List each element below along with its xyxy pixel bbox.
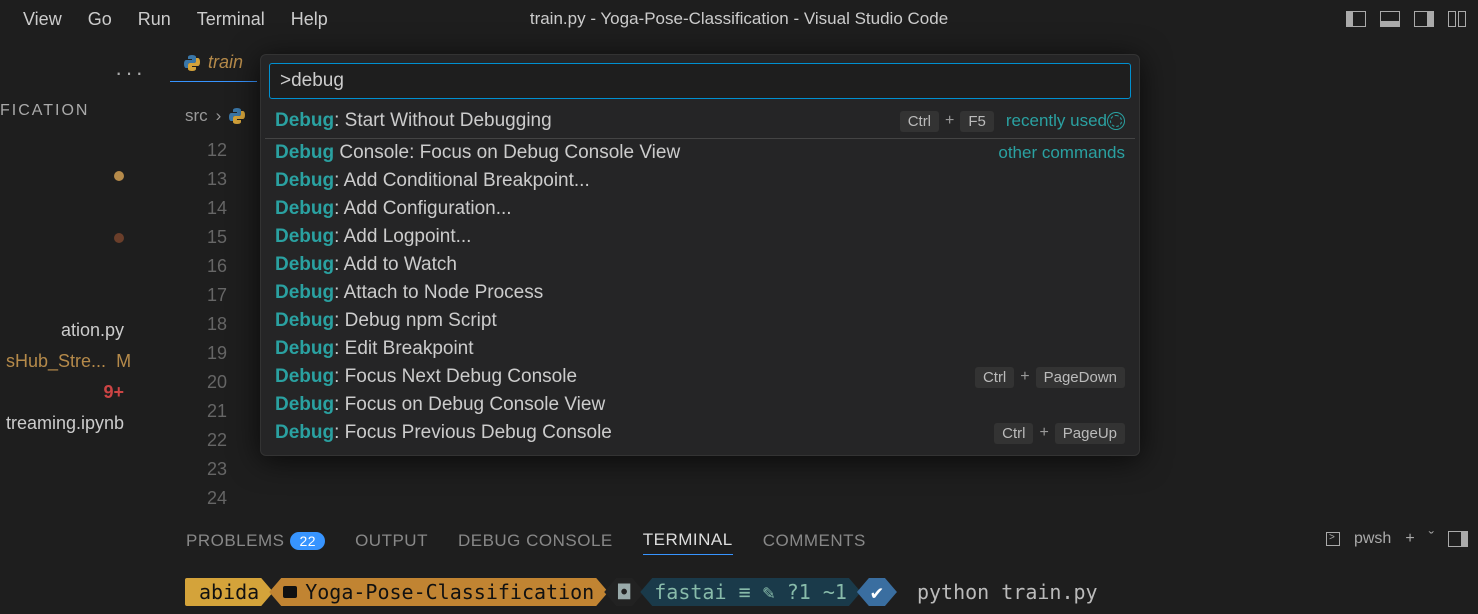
file-badge-nine[interactable]: 9+ (0, 377, 130, 408)
file-item[interactable] (0, 160, 130, 191)
menu-bar: View Go Run Terminal Help (10, 5, 341, 34)
tab-output[interactable]: OUTPUT (355, 531, 428, 555)
line-no: 18 (195, 310, 227, 339)
chevron-down-icon[interactable]: ˇ (1429, 530, 1434, 548)
keybinding: Ctrl+PageDown (975, 367, 1125, 388)
problems-count: 22 (290, 532, 325, 550)
tab-train[interactable]: train (170, 44, 257, 82)
file-item[interactable] (0, 191, 130, 222)
title-bar: View Go Run Terminal Help train.py - Yog… (0, 0, 1478, 38)
breadcrumb-src[interactable]: src (185, 106, 208, 126)
command-input[interactable] (269, 63, 1131, 99)
editor-tabs: train (170, 44, 257, 82)
dot-modified-icon (114, 171, 124, 181)
command-item[interactable]: Debug: Start Without Debugging Ctrl+F5 r… (265, 107, 1135, 139)
line-no: 21 (195, 397, 227, 426)
file-ation[interactable]: ation.py (0, 315, 130, 346)
tab-debug-console[interactable]: DEBUG CONSOLE (458, 531, 613, 555)
file-hub[interactable]: sHub_Stre... M (0, 346, 130, 377)
panel-right-icon[interactable] (1414, 11, 1434, 27)
panel-tabs: PROBLEMS22 OUTPUT DEBUG CONSOLE TERMINAL… (186, 530, 866, 555)
section-other: other commands (998, 143, 1125, 163)
menu-help[interactable]: Help (278, 5, 341, 34)
file-streaming[interactable]: treaming.ipynb (0, 408, 130, 439)
panel-bottom-icon[interactable] (1380, 11, 1400, 27)
window-title: train.py - Yoga-Pose-Classification - Vi… (530, 9, 948, 29)
python-icon (184, 55, 200, 71)
line-no: 15 (195, 223, 227, 252)
explorer-section-label: FICATION (0, 102, 89, 120)
line-no: 14 (195, 194, 227, 223)
keybinding: Ctrl+F5 (900, 111, 994, 132)
split-terminal-icon[interactable] (1448, 531, 1468, 547)
gear-icon[interactable] (1107, 112, 1125, 130)
badge-modified: M (116, 351, 131, 371)
tab-label: train (208, 52, 243, 73)
line-no: 24 (195, 484, 227, 513)
line-no: 23 (195, 455, 227, 484)
line-gutter: 12 13 14 15 16 17 18 19 20 21 22 23 24 (195, 136, 227, 513)
file-item[interactable] (0, 284, 130, 315)
status-extra-icon[interactable]: ◘ (604, 578, 644, 606)
command-item[interactable]: Debug: Edit Breakpoint (265, 335, 1135, 363)
line-no: 16 (195, 252, 227, 281)
terminal-icon (1326, 532, 1340, 546)
folder-icon (283, 586, 297, 598)
command-item[interactable]: Debug: Add Configuration... (265, 195, 1135, 223)
command-item[interactable]: Debug: Focus Previous Debug Console Ctrl… (265, 419, 1135, 447)
command-palette: Debug: Start Without Debugging Ctrl+F5 r… (260, 54, 1140, 456)
command-item[interactable]: Debug: Add to Watch (265, 251, 1135, 279)
status-bar: abida Yoga-Pose-Classification ◘ fastai … (185, 578, 1112, 606)
command-item[interactable]: Debug: Add Logpoint... (265, 223, 1135, 251)
tab-terminal[interactable]: TERMINAL (643, 530, 733, 555)
menu-view[interactable]: View (10, 5, 75, 34)
panel-left-icon[interactable] (1346, 11, 1366, 27)
layout-controls (1346, 11, 1468, 27)
terminal-controls: pwsh + ˇ (1326, 530, 1468, 548)
line-no: 17 (195, 281, 227, 310)
line-no: 12 (195, 136, 227, 165)
command-item[interactable]: Debug: Attach to Node Process (265, 279, 1135, 307)
explorer-more-icon[interactable]: ··· (115, 60, 146, 86)
tab-comments[interactable]: COMMENTS (763, 531, 866, 555)
tab-problems[interactable]: PROBLEMS22 (186, 531, 325, 555)
line-no: 13 (195, 165, 227, 194)
layout-custom-icon[interactable] (1448, 11, 1468, 27)
breadcrumb[interactable]: src › (185, 106, 245, 126)
menu-terminal[interactable]: Terminal (184, 5, 278, 34)
command-item[interactable]: Debug: Add Conditional Breakpoint... (265, 167, 1135, 195)
keybinding: Ctrl+PageUp (994, 423, 1125, 444)
shell-name[interactable]: pwsh (1354, 530, 1391, 548)
command-item[interactable]: Debug: Debug npm Script (265, 307, 1135, 335)
status-check[interactable]: ✔ (857, 578, 897, 606)
command-list: Debug: Start Without Debugging Ctrl+F5 r… (261, 107, 1139, 455)
command-item[interactable]: Debug: Focus on Debug Console View (265, 391, 1135, 419)
status-branch[interactable]: fastai ≡ ✎ ?1 ~1 (640, 578, 861, 606)
menu-go[interactable]: Go (75, 5, 125, 34)
python-icon (229, 108, 245, 124)
status-user[interactable]: abida (185, 578, 273, 606)
line-no: 19 (195, 339, 227, 368)
line-no: 20 (195, 368, 227, 397)
add-terminal-icon[interactable]: + (1405, 530, 1414, 548)
line-no: 22 (195, 426, 227, 455)
file-item[interactable] (0, 253, 130, 284)
chevron-right-icon: › (216, 106, 222, 126)
status-repo[interactable]: Yoga-Pose-Classification (269, 578, 608, 606)
section-recent: recently used (1006, 111, 1107, 131)
file-tree: ation.py sHub_Stre... M 9+ treaming.ipyn… (0, 160, 130, 439)
menu-run[interactable]: Run (125, 5, 184, 34)
status-command: python train.py (903, 578, 1112, 606)
dot-error-icon (114, 233, 124, 243)
command-item[interactable]: Debug: Focus Next Debug Console Ctrl+Pag… (265, 363, 1135, 391)
file-item[interactable] (0, 222, 130, 253)
command-item[interactable]: Debug Console: Focus on Debug Console Vi… (265, 139, 1135, 167)
